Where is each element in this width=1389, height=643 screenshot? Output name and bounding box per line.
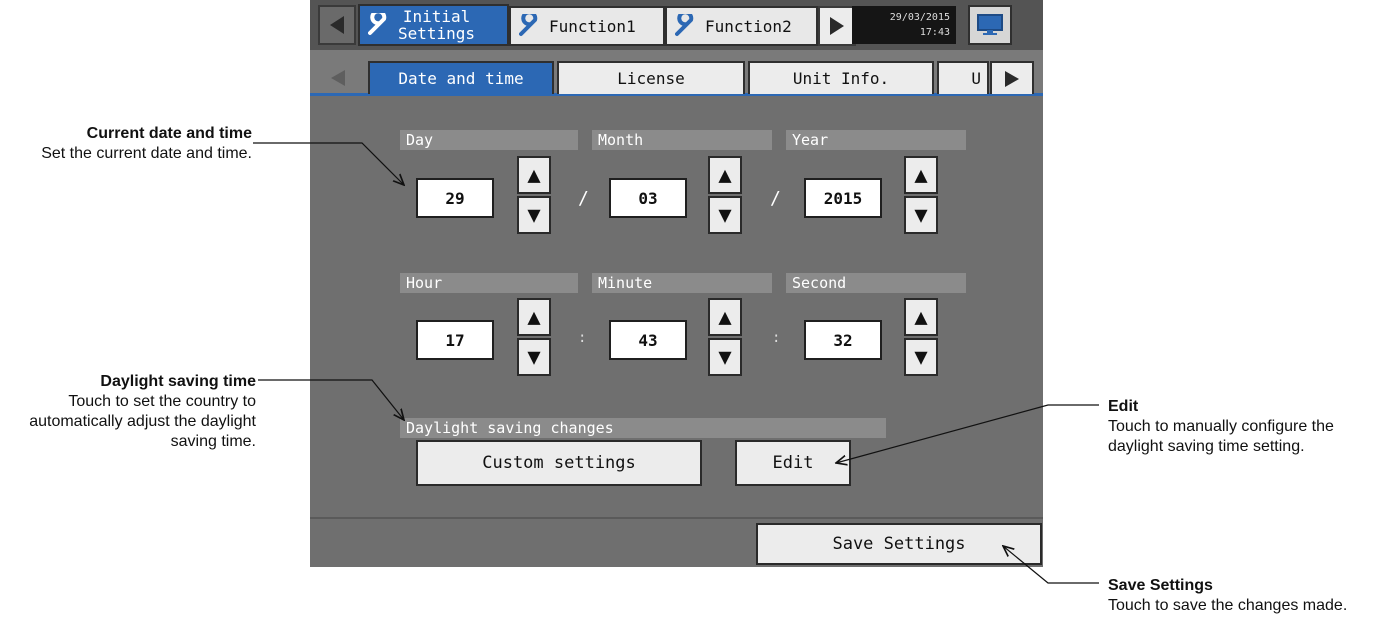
annotation-save-title: Save Settings xyxy=(1108,577,1213,594)
annotation-current-date-desc: Set the current date and time. xyxy=(41,145,252,162)
callout-save xyxy=(1003,546,1099,584)
callout-edit xyxy=(836,404,1099,463)
annotation-current-date-title: Current date and time xyxy=(86,125,252,142)
annotation-dst-title: Daylight saving time xyxy=(100,373,256,390)
annotation-edit-title: Edit xyxy=(1108,398,1139,415)
annotation-current-date: Current date and time Set the current da… xyxy=(0,124,252,164)
annotation-save: Save Settings Touch to save the changes … xyxy=(1108,576,1378,616)
annotation-edit: Edit Touch to manually configure the day… xyxy=(1108,397,1388,457)
annotation-save-desc: Touch to save the changes made. xyxy=(1108,597,1348,614)
annotation-edit-desc: Touch to manually configure the daylight… xyxy=(1108,418,1334,455)
callout-lines xyxy=(253,142,1099,584)
annotation-dst: Daylight saving time Touch to set the co… xyxy=(0,372,256,452)
callout-current-date xyxy=(253,142,404,185)
callout-dst xyxy=(258,379,404,420)
annotation-dst-desc: Touch to set the country to automaticall… xyxy=(29,393,256,450)
